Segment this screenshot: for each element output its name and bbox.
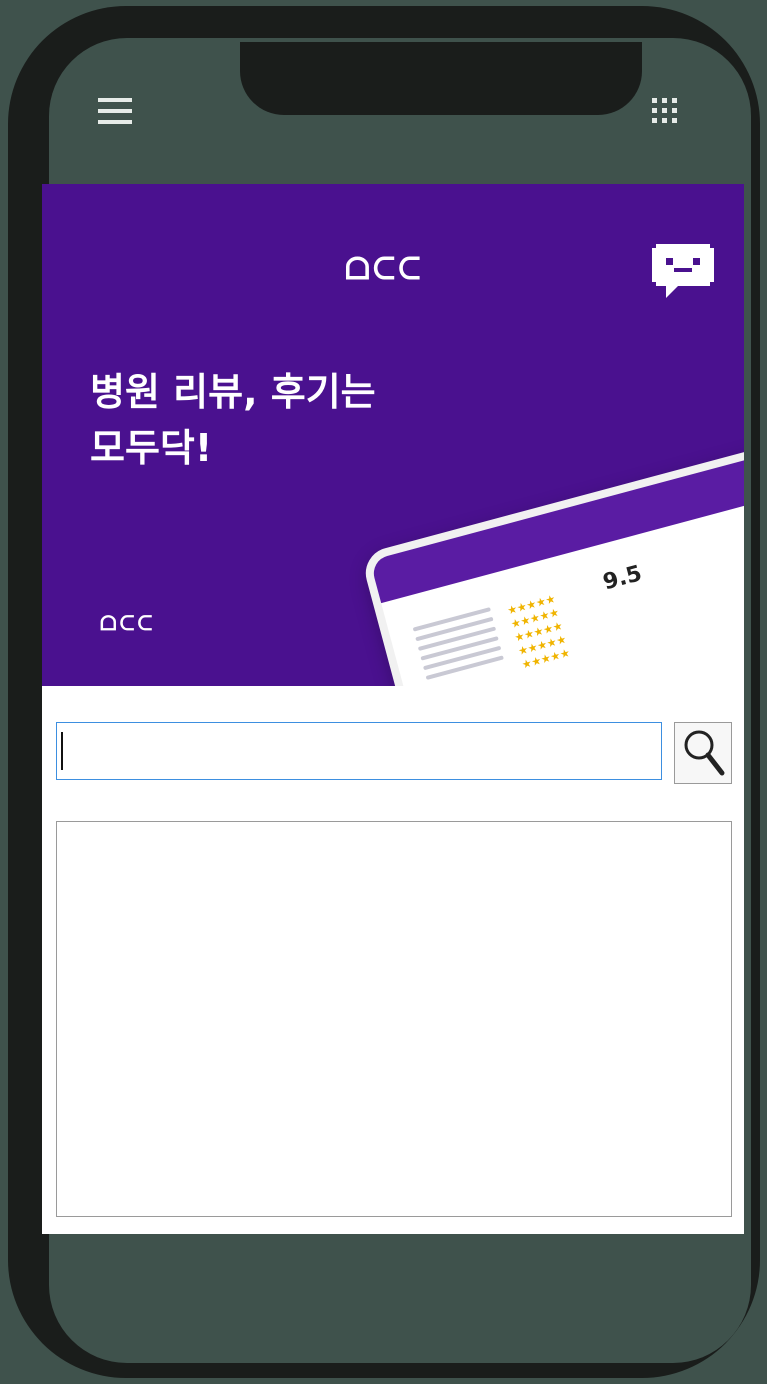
search-button[interactable] <box>674 722 732 784</box>
text-caret <box>61 732 63 770</box>
brand-logo-small: ᗝᑕᑕ <box>100 611 156 635</box>
hamburger-menu-icon[interactable] <box>98 98 132 128</box>
promo-banner[interactable]: ᗝᑕᑕ 병원 리뷰, 후기는 모두닥! ★★★★★ ★★★★★ ★★★★★ ★★★★★… <box>42 184 744 686</box>
search-input[interactable] <box>56 722 662 780</box>
app-preview-image: ★★★★★ ★★★★★ ★★★★★ ★★★★★ ★★★★★ 9.5 <box>360 442 744 686</box>
banner-headline: 병원 리뷰, 후기는 모두닥! <box>90 364 530 476</box>
results-panel <box>56 821 732 1217</box>
headline-line-2: 모두닥! <box>90 426 213 470</box>
headline-line-1: 병원 리뷰, 후기는 <box>90 370 376 414</box>
app-preview-lines <box>411 601 505 685</box>
app-preview-stars: ★★★★★ ★★★★★ ★★★★★ ★★★★★ ★★★★★ <box>505 592 572 672</box>
device-notch <box>240 42 642 115</box>
magnifier-icon <box>684 730 725 776</box>
chat-bubble-icon[interactable] <box>648 236 718 304</box>
grid-apps-icon[interactable] <box>652 98 684 130</box>
app-preview-score: 9.5 <box>600 561 645 596</box>
brand-logo: ᗝᑕᑕ <box>345 252 424 287</box>
page-content: ᗝᑕᑕ 병원 리뷰, 후기는 모두닥! ★★★★★ ★★★★★ ★★★★★ ★★★★★… <box>42 184 744 1234</box>
